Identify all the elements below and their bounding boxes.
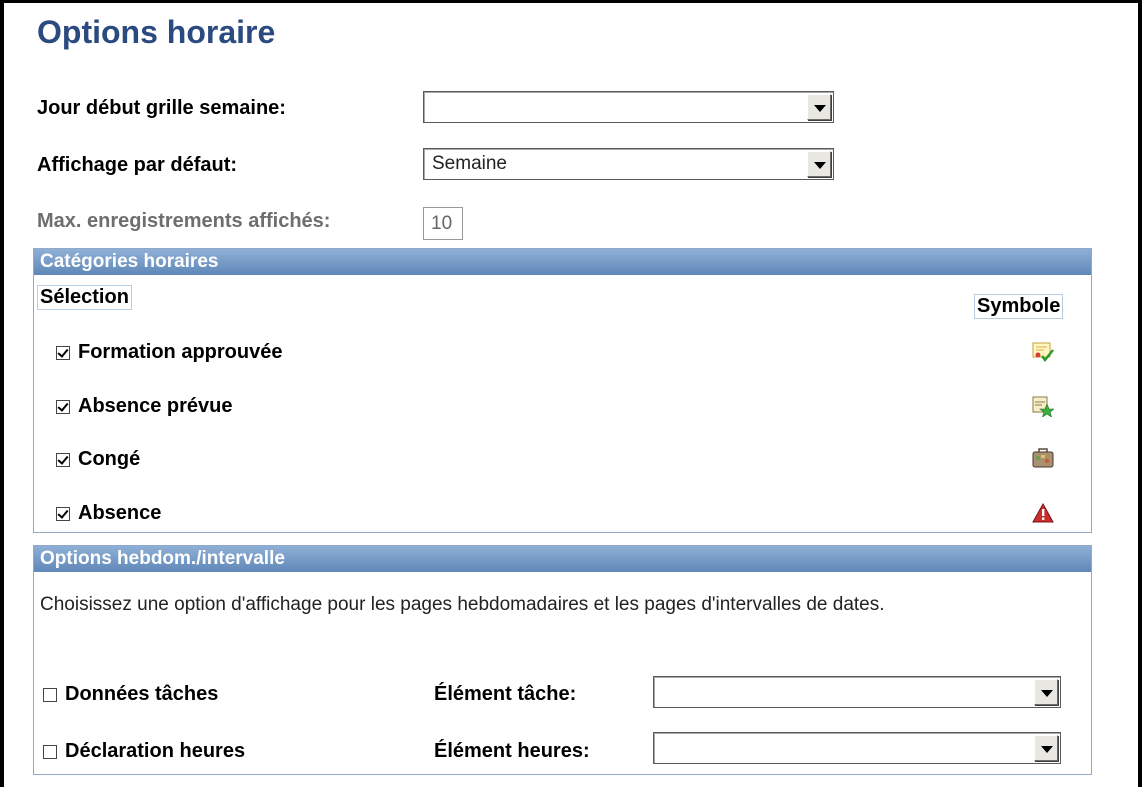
absence-checkbox[interactable] bbox=[56, 506, 70, 521]
conge-label: Congé bbox=[78, 448, 141, 470]
element-tache-label: Élément tâche: bbox=[434, 683, 577, 705]
formation-checkbox[interactable] bbox=[56, 345, 70, 360]
element-heures-select[interactable] bbox=[653, 732, 1061, 764]
affichage-label: Affichage par défaut: bbox=[37, 154, 238, 176]
col-selection: Sélection bbox=[37, 285, 132, 310]
window-border-right bbox=[1138, 0, 1142, 787]
weekly-options-section: Options hebdom./intervalle Choisissez un… bbox=[33, 545, 1092, 775]
dropdown-arrow-icon[interactable] bbox=[1034, 735, 1058, 761]
category-row-conge[interactable]: Congé bbox=[56, 448, 140, 471]
suitcase-icon bbox=[1032, 448, 1054, 468]
page-title: Options horaire bbox=[37, 14, 276, 50]
affichage-value: Semaine bbox=[432, 153, 507, 174]
element-tache-select[interactable] bbox=[653, 676, 1061, 708]
weekly-options-header: Options hebdom./intervalle bbox=[34, 546, 1091, 572]
absence-prevue-label: Absence prévue bbox=[78, 395, 233, 417]
max-enregistrements-label: Max. enregistrements affichés: bbox=[37, 210, 331, 232]
category-row-absence[interactable]: Absence bbox=[56, 502, 161, 525]
dropdown-arrow-icon[interactable] bbox=[1034, 679, 1058, 705]
window-border-left bbox=[0, 0, 4, 787]
col-symbole: Symbole bbox=[974, 294, 1064, 319]
jour-debut-label: Jour début grille semaine: bbox=[37, 97, 286, 119]
absence-prevue-checkbox[interactable] bbox=[56, 399, 70, 414]
donnees-taches-row[interactable]: Données tâches bbox=[43, 683, 218, 706]
declaration-heures-row[interactable]: Déclaration heures bbox=[43, 740, 245, 763]
certificate-approved-icon bbox=[1032, 342, 1054, 363]
weekly-options-description: Choisissez une option d'affichage pour l… bbox=[40, 594, 885, 615]
donnees-taches-label: Données tâches bbox=[65, 683, 219, 705]
dropdown-arrow-icon[interactable] bbox=[807, 94, 831, 120]
category-row-absence-prevue[interactable]: Absence prévue bbox=[56, 395, 233, 418]
warning-triangle-icon bbox=[1032, 502, 1054, 523]
jour-debut-select[interactable] bbox=[423, 91, 834, 123]
element-heures-label: Élément heures: bbox=[434, 740, 590, 762]
declaration-heures-checkbox[interactable] bbox=[43, 744, 57, 759]
affichage-select[interactable]: Semaine bbox=[423, 148, 834, 180]
calendar-star-icon bbox=[1032, 396, 1054, 417]
conge-checkbox[interactable] bbox=[56, 452, 70, 467]
category-row-formation[interactable]: Formation approuvée bbox=[56, 341, 282, 364]
declaration-heures-label: Déclaration heures bbox=[65, 740, 246, 762]
dropdown-arrow-icon[interactable] bbox=[807, 151, 831, 177]
categories-header: Catégories horaires bbox=[34, 249, 1091, 275]
categories-section: Catégories horaires Sélection Symbole Fo… bbox=[33, 248, 1092, 533]
formation-label: Formation approuvée bbox=[78, 341, 283, 363]
absence-label: Absence bbox=[78, 502, 162, 524]
window-border-top bbox=[0, 0, 1142, 3]
max-enregistrements-input: 10 bbox=[423, 207, 463, 240]
donnees-taches-checkbox[interactable] bbox=[43, 687, 57, 702]
